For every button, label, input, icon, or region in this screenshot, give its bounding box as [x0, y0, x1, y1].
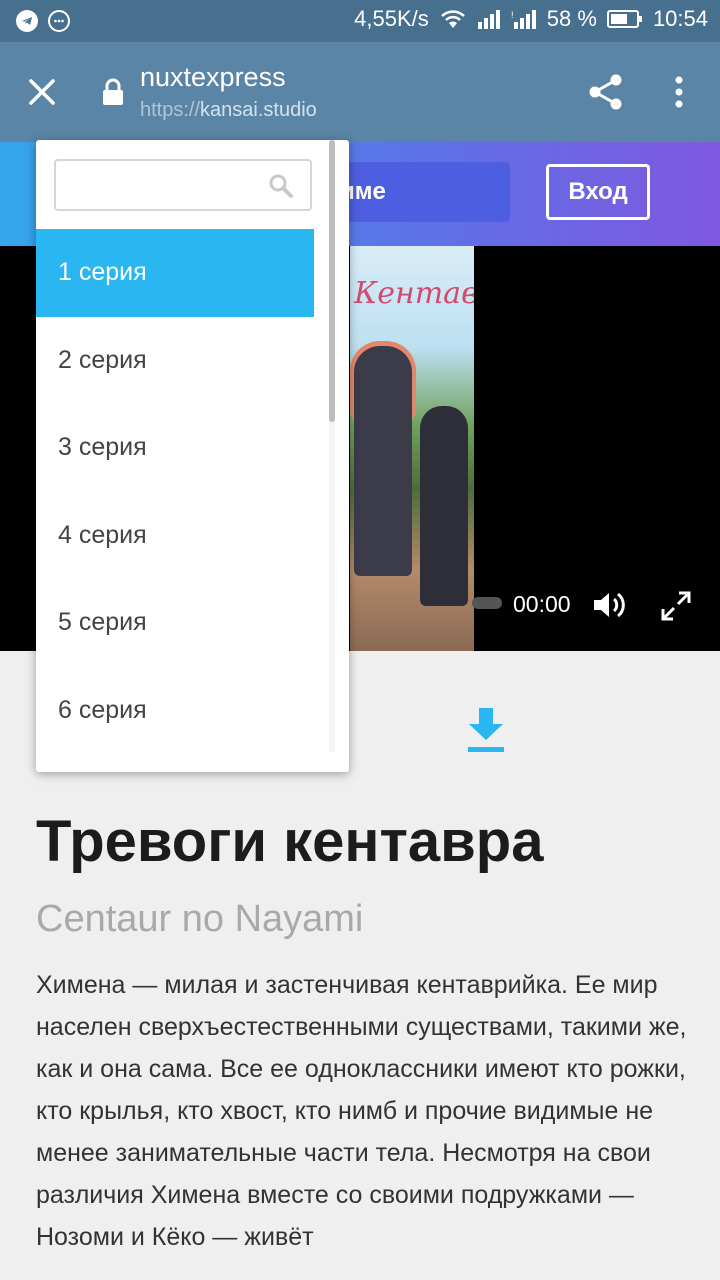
episode-option[interactable]: 4 серия — [36, 492, 314, 580]
notification-icons — [16, 10, 70, 32]
close-button[interactable] — [22, 72, 62, 112]
lock-icon — [102, 78, 124, 106]
anime-title: Тревоги кентавра — [36, 809, 544, 874]
video-poster: Кентавр — [350, 246, 474, 651]
share-icon — [589, 74, 622, 110]
browser-toolbar: nuxtexpress https://kansai.studio — [0, 42, 720, 142]
dropdown-scrollbar[interactable] — [329, 140, 335, 422]
episode-option[interactable]: 5 серия — [36, 579, 314, 667]
episode-option[interactable]: 1 серия — [36, 229, 314, 317]
svg-text:!: ! — [511, 10, 514, 20]
close-icon — [29, 79, 55, 105]
wifi-icon — [440, 10, 465, 28]
episode-search-input[interactable] — [64, 161, 268, 207]
nav-tab-anime[interactable]: име — [330, 162, 510, 222]
episode-option[interactable]: 6 серия — [36, 667, 314, 755]
telegram-icon — [16, 10, 38, 32]
share-button[interactable] — [586, 72, 626, 112]
url-protocol: https:// — [140, 99, 201, 121]
episode-option[interactable]: 2 серия — [36, 317, 314, 405]
url-domain: kansai.studio — [200, 99, 317, 121]
status-right: 4,55K/s ! 58 % 10:54 — [354, 6, 708, 32]
more-vert-icon — [675, 76, 683, 108]
progress-bar[interactable] — [472, 597, 502, 609]
site-title[interactable]: nuxtexpress — [140, 62, 286, 93]
episode-dropdown: 1 серия 2 серия 3 серия 4 серия 5 серия 6 сер… — [36, 140, 349, 772]
signal-icon-2: ! — [511, 10, 536, 29]
more-menu-button[interactable] — [664, 72, 694, 112]
episode-search[interactable] — [54, 159, 312, 211]
volume-button[interactable] — [592, 590, 628, 620]
status-bar: 4,55K/s ! 58 % 10:54 — [0, 0, 720, 42]
network-speed: 4,55K/s — [354, 6, 429, 31]
signal-icon — [477, 10, 500, 29]
poster-character-1 — [354, 346, 412, 576]
download-icon — [468, 708, 504, 752]
fullscreen-button[interactable] — [660, 590, 692, 622]
download-button[interactable] — [466, 706, 506, 754]
episode-list: 1 серия 2 серия 3 серия 4 серия 5 серия 6 сер… — [36, 229, 314, 754]
battery-percent: 58 % — [546, 6, 597, 31]
volume-icon — [594, 592, 625, 618]
login-button[interactable]: Вход — [546, 164, 650, 220]
playback-time: 00:00 — [513, 591, 571, 617]
battery-icon — [606, 10, 642, 28]
search-icon — [269, 174, 293, 198]
episode-option[interactable]: 3 серия — [36, 404, 314, 492]
anime-subtitle: Centaur no Nayami — [36, 898, 364, 940]
poster-title: Кентавр — [354, 276, 474, 311]
fullscreen-icon — [661, 591, 691, 621]
poster-character-2 — [420, 406, 468, 606]
clock: 10:54 — [652, 6, 708, 31]
site-url[interactable]: https://kansai.studio — [140, 99, 317, 122]
anime-description: Химена — милая и застенчивая кентаврийка… — [36, 971, 687, 1251]
more-notifications-icon — [48, 10, 70, 32]
